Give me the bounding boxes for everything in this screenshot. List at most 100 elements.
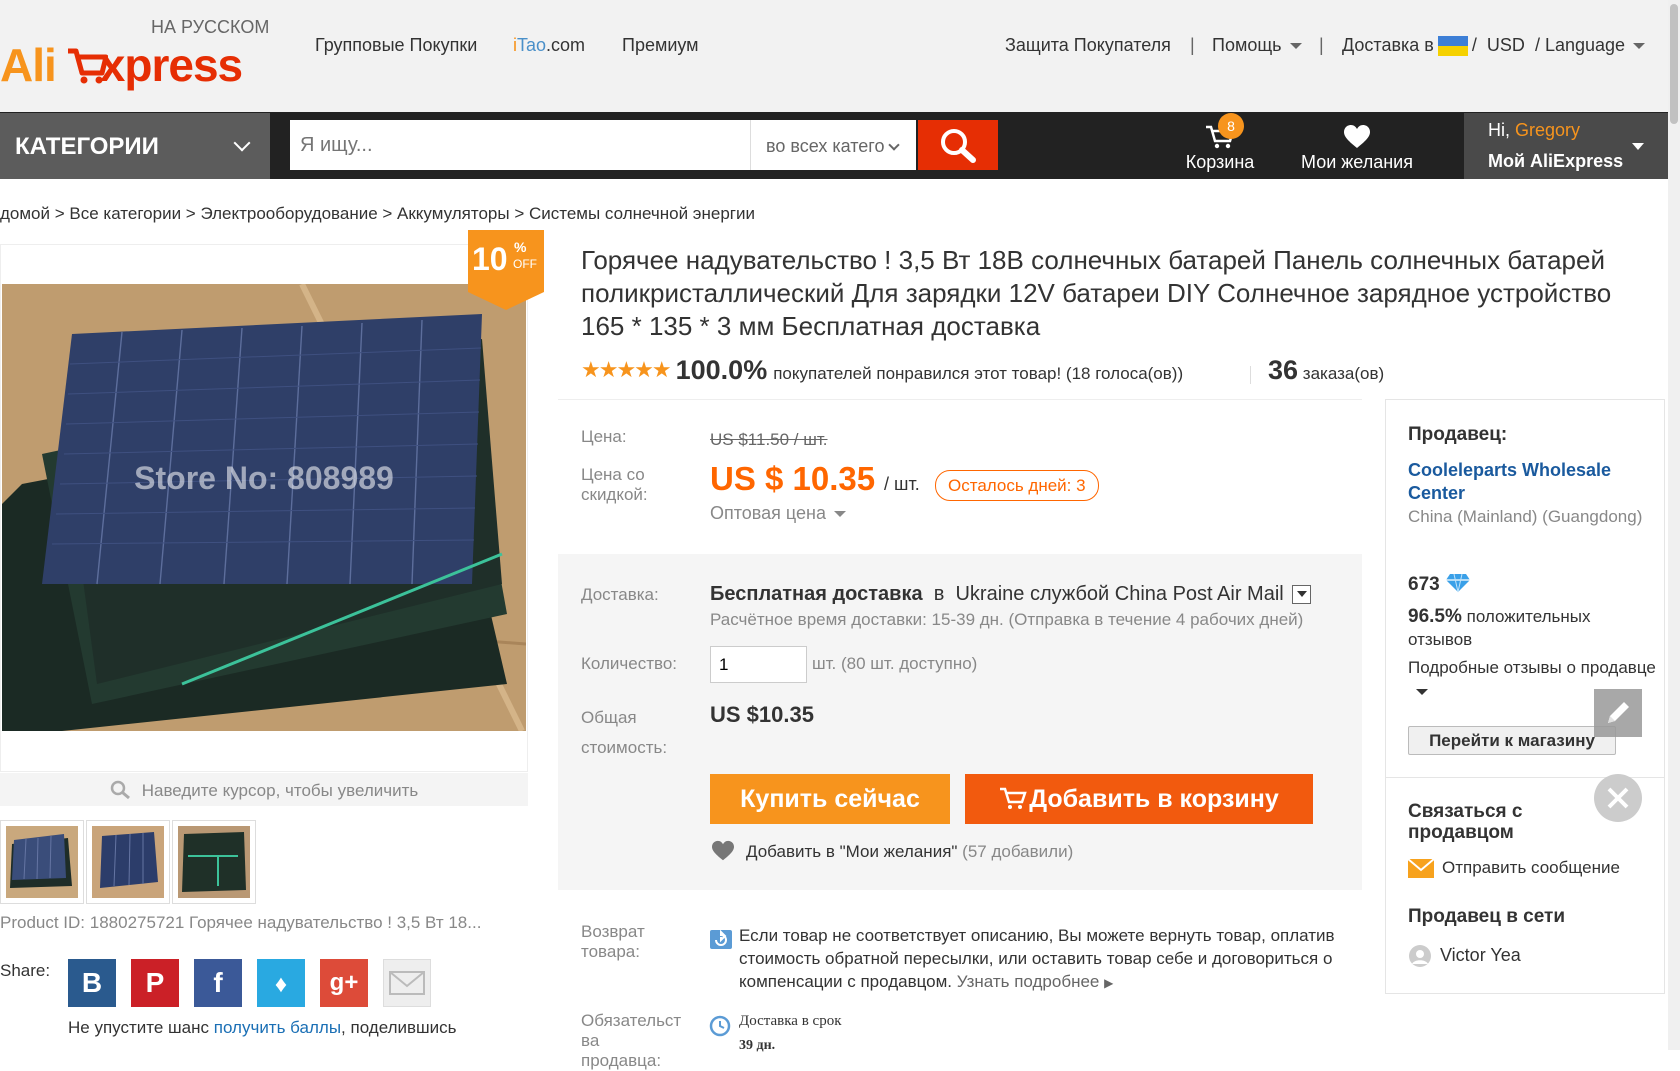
slash: / xyxy=(1471,35,1477,55)
buy-now-button[interactable]: Купить сейчас xyxy=(710,774,950,824)
discount-value: 10 xyxy=(472,241,508,277)
search-category-select[interactable]: во всех катего xyxy=(750,120,916,170)
facebook-share-button[interactable]: f xyxy=(194,959,242,1007)
email-share-button[interactable] xyxy=(383,959,431,1007)
chevron-down-icon xyxy=(1289,43,1302,50)
return-policy: Если товар не соответствует описанию, Вы… xyxy=(739,924,1349,995)
orders-count: 36 заказа(ов) xyxy=(1268,355,1384,386)
thumbnail-3[interactable] xyxy=(172,820,256,904)
seller-name-link[interactable]: Cooleleparts Wholesale Center xyxy=(1408,459,1648,505)
googleplus-share-button[interactable]: g+ xyxy=(320,959,368,1007)
shipping-destination: Ukraine службой China Post Air Mail xyxy=(955,583,1284,605)
days-left-badge: Осталось дней: 3 xyxy=(935,470,1099,501)
my-aliexpress-label: Мой AliExpress xyxy=(1488,151,1624,171)
heart-icon xyxy=(1344,125,1370,148)
free-shipping: Бесплатная доставка xyxy=(710,583,923,605)
nav-premium[interactable]: Премиум xyxy=(622,35,699,56)
breadcrumb[interactable]: домой > Все категории > Электрооборудова… xyxy=(0,204,755,224)
add-to-wishlist[interactable]: Добавить в "Мои желания" (57 добавили) xyxy=(710,840,1073,862)
delivery-language-menu[interactable]: Доставка в / USD / Language xyxy=(1342,35,1646,57)
aliexpress-logo[interactable]: Ali xpress xyxy=(0,38,243,92)
chevron-down-icon xyxy=(1416,688,1428,695)
thumbnail-1[interactable] xyxy=(0,820,84,904)
nav-group-buying[interactable]: Групповые Покупки xyxy=(315,35,477,56)
zoom-hint-text: Наведите курсор, чтобы увеличить xyxy=(141,781,419,800)
return-icon xyxy=(710,929,732,949)
envelope-icon xyxy=(1408,859,1434,878)
discount-price: US $ 10.35 xyxy=(710,460,876,497)
earn-points-link[interactable]: получить баллы xyxy=(214,1018,341,1037)
guarantee-label: Обязательст ва продавца: xyxy=(581,1011,682,1070)
zoom-hint: Наведите курсор, чтобы увеличить xyxy=(0,773,528,806)
send-message-link[interactable]: Отправить сообщение xyxy=(1442,858,1620,878)
rating-stars-icon: ★★★★★ xyxy=(581,357,672,382)
search-box xyxy=(290,120,750,170)
seller-title: Продавец: xyxy=(1408,424,1508,445)
product-title: Горячее надувательство ! 3,5 Вт 18В солн… xyxy=(581,245,1612,341)
quantity-available: шт. (80 шт. доступно) xyxy=(812,654,978,673)
wholesale-price-toggle[interactable]: Оптовая цена xyxy=(710,503,846,524)
go-to-store-button[interactable]: Перейти к магазину xyxy=(1408,726,1616,755)
scrollbar-thumb[interactable] xyxy=(1670,4,1678,124)
help-label: Помощь xyxy=(1212,35,1282,55)
vk-share-button[interactable]: B xyxy=(68,959,116,1007)
seller-location: China (Mainland) (Guangdong) xyxy=(1408,507,1643,526)
thumbnail-2[interactable] xyxy=(86,820,170,904)
search-input[interactable] xyxy=(290,120,750,170)
feedback-label: Подробные отзывы о продавце xyxy=(1408,658,1656,677)
pinterest-share-button[interactable]: P xyxy=(131,959,179,1007)
thumbnail-image xyxy=(92,826,164,898)
chevron-right-icon: ▶ xyxy=(1104,976,1114,990)
chevron-down-icon xyxy=(1632,143,1644,150)
user-name: Gregory xyxy=(1515,120,1581,140)
user-status-icon xyxy=(1409,945,1431,967)
search-button[interactable] xyxy=(918,120,998,170)
diamond-icon xyxy=(1445,573,1470,593)
greeting-hi: Hi, xyxy=(1488,120,1510,140)
seller-online-name[interactable]: Victor Yea xyxy=(1440,945,1521,966)
quantity-input[interactable] xyxy=(710,646,807,683)
delivery-to-label: Доставка в xyxy=(1342,35,1434,55)
price-label: Цена: xyxy=(581,427,627,446)
wishlist-link[interactable]: Мои желания xyxy=(1282,124,1432,173)
twitter-share-button[interactable]: ♦ xyxy=(257,959,305,1007)
close-icon xyxy=(1607,787,1629,809)
categories-menu[interactable]: КАТЕГОРИИ xyxy=(0,113,270,179)
googleplus-icon: g+ xyxy=(329,969,359,996)
positive-percent: 96.5% xyxy=(1408,606,1462,627)
help-menu[interactable]: Помощь xyxy=(1212,35,1302,56)
separator: | xyxy=(1319,35,1324,55)
pencil-icon xyxy=(1608,702,1629,723)
shipping-label: Доставка: xyxy=(581,585,659,604)
itao-tao: Tao xyxy=(517,35,547,55)
rating-text: покупателей понравился этот товар! (18 г… xyxy=(773,364,1184,383)
edit-button[interactable] xyxy=(1594,689,1642,737)
page-scrollbar[interactable] xyxy=(1668,0,1680,1050)
logo-subtitle: НА РУССКОМ xyxy=(151,17,270,37)
orders-label: заказа(ов) xyxy=(1302,364,1385,383)
separator: | xyxy=(1190,35,1195,55)
share-label: Share: xyxy=(0,961,51,980)
discount-percent: % xyxy=(514,239,527,255)
learn-more-link[interactable]: Узнать подробнее ▶ xyxy=(957,972,1114,991)
magnifier-icon xyxy=(110,780,130,800)
nav-itao[interactable]: iTao.com xyxy=(513,35,585,56)
product-main-image[interactable]: Store No: 808989 xyxy=(2,284,526,731)
logo-ali-text: Ali xyxy=(0,39,57,91)
chevron-down-icon xyxy=(888,139,901,151)
my-aliexpress-menu[interactable]: Hi, Gregory Мой AliExpress xyxy=(1464,113,1668,179)
learn-more-label: Узнать подробнее xyxy=(956,972,1100,991)
divider xyxy=(558,399,1362,400)
vk-icon: B xyxy=(81,967,103,998)
close-button[interactable] xyxy=(1594,774,1642,822)
currency-label: USD xyxy=(1486,35,1525,55)
add-to-cart-button[interactable]: Добавить в корзину xyxy=(965,774,1313,824)
original-price: US $11.50 / шт. xyxy=(710,430,828,449)
seller-online-title: Продавец в сети xyxy=(1408,906,1566,927)
shipping-selector[interactable]: Бесплатная доставка в Ukraine службой Ch… xyxy=(710,583,1311,606)
shipping-dropdown-icon[interactable] xyxy=(1291,585,1311,605)
contact-seller-title: Связаться с продавцом xyxy=(1408,801,1523,843)
buyer-protection-link[interactable]: Защита Покупателя xyxy=(1005,35,1171,56)
earn-points-text: Не упустите шанс получить баллы, поделив… xyxy=(68,1018,457,1038)
rating-summary[interactable]: ★★★★★ 100.0% покупателей понравился этот т… xyxy=(581,355,1183,386)
